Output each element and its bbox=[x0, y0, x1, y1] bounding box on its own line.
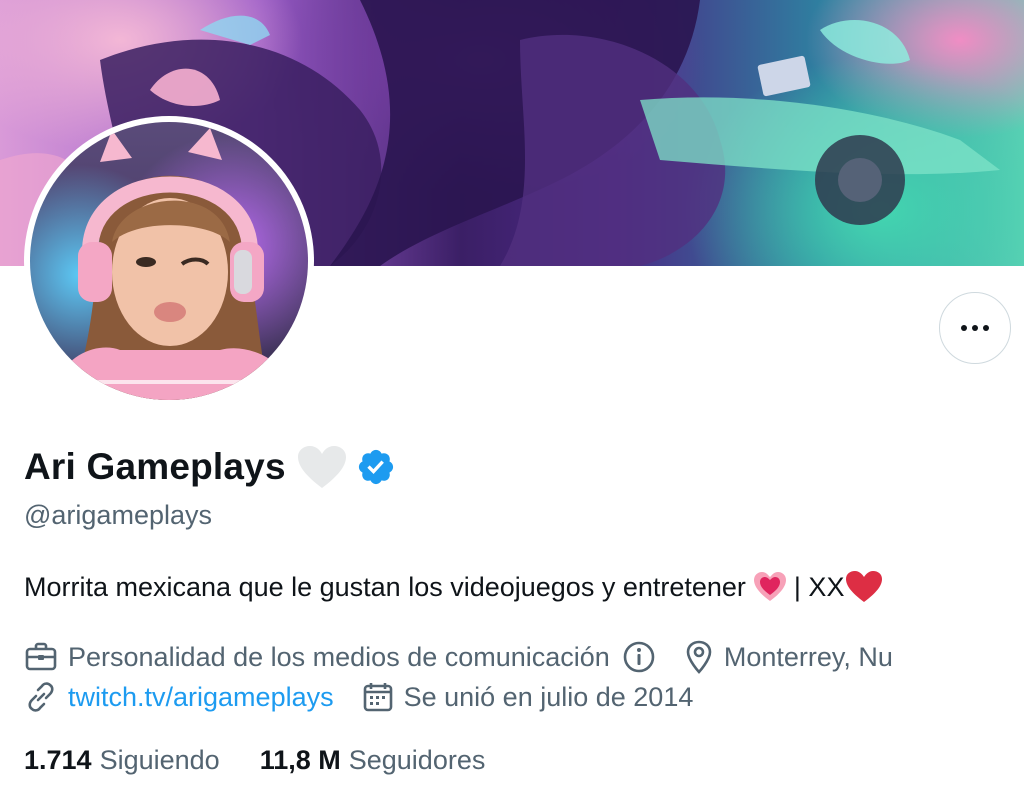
category-item: Personalidad de los medios de comunicaci… bbox=[24, 640, 656, 674]
profile-bio: Morrita mexicana que le gustan los video… bbox=[24, 570, 884, 604]
profile-avatar[interactable] bbox=[24, 116, 314, 406]
following-count: 1.714 bbox=[24, 745, 92, 775]
website-item: twitch.tv/arigameplays bbox=[24, 680, 334, 714]
following-label: Siguiendo bbox=[99, 745, 220, 775]
location-label: Monterrey, Nu bbox=[723, 641, 893, 672]
link-icon bbox=[28, 682, 54, 712]
location-pin-icon bbox=[686, 640, 712, 674]
following-link[interactable]: 1.714 Siguiendo bbox=[24, 745, 220, 776]
verified-badge-icon[interactable] bbox=[356, 447, 396, 487]
red-heart-icon bbox=[846, 571, 883, 602]
joined-label: Se unió en julio de 2014 bbox=[403, 681, 694, 712]
avatar-photo bbox=[30, 122, 308, 400]
profile-meta-row-2: twitch.tv/arigameplays Se unió en julio … bbox=[24, 680, 721, 714]
joined-item: Se unió en julio de 2014 bbox=[362, 681, 694, 713]
profile-meta-row-1: Personalidad de los medios de comunicaci… bbox=[24, 640, 921, 674]
category-label: Personalidad de los medios de comunicaci… bbox=[68, 641, 610, 672]
followers-count: 11,8 M bbox=[259, 745, 341, 775]
website-link[interactable]: twitch.tv/arigameplays bbox=[68, 682, 334, 713]
followers-label: Seguidores bbox=[348, 745, 486, 775]
profile-handle: @arigameplays bbox=[24, 500, 212, 530]
white-heart-icon bbox=[297, 446, 346, 488]
follow-stats: 1.714 Siguiendo 11,8 M Seguidores bbox=[24, 745, 525, 776]
bio-separator: | XX bbox=[793, 571, 845, 602]
info-icon[interactable] bbox=[622, 640, 656, 674]
location-item: Monterrey, Nu bbox=[684, 640, 893, 674]
sparkling-heart-icon bbox=[753, 572, 786, 601]
name-row: Ari Gameplays bbox=[24, 440, 396, 494]
bio-text: Morrita mexicana que le gustan los video… bbox=[24, 571, 746, 602]
briefcase-icon bbox=[25, 642, 57, 671]
display-name: Ari Gameplays bbox=[24, 446, 286, 487]
more-horizontal-icon bbox=[961, 325, 989, 331]
calendar-icon bbox=[363, 683, 392, 712]
more-options-button[interactable] bbox=[939, 292, 1011, 364]
followers-link[interactable]: 11,8 M Seguidores bbox=[260, 745, 486, 776]
